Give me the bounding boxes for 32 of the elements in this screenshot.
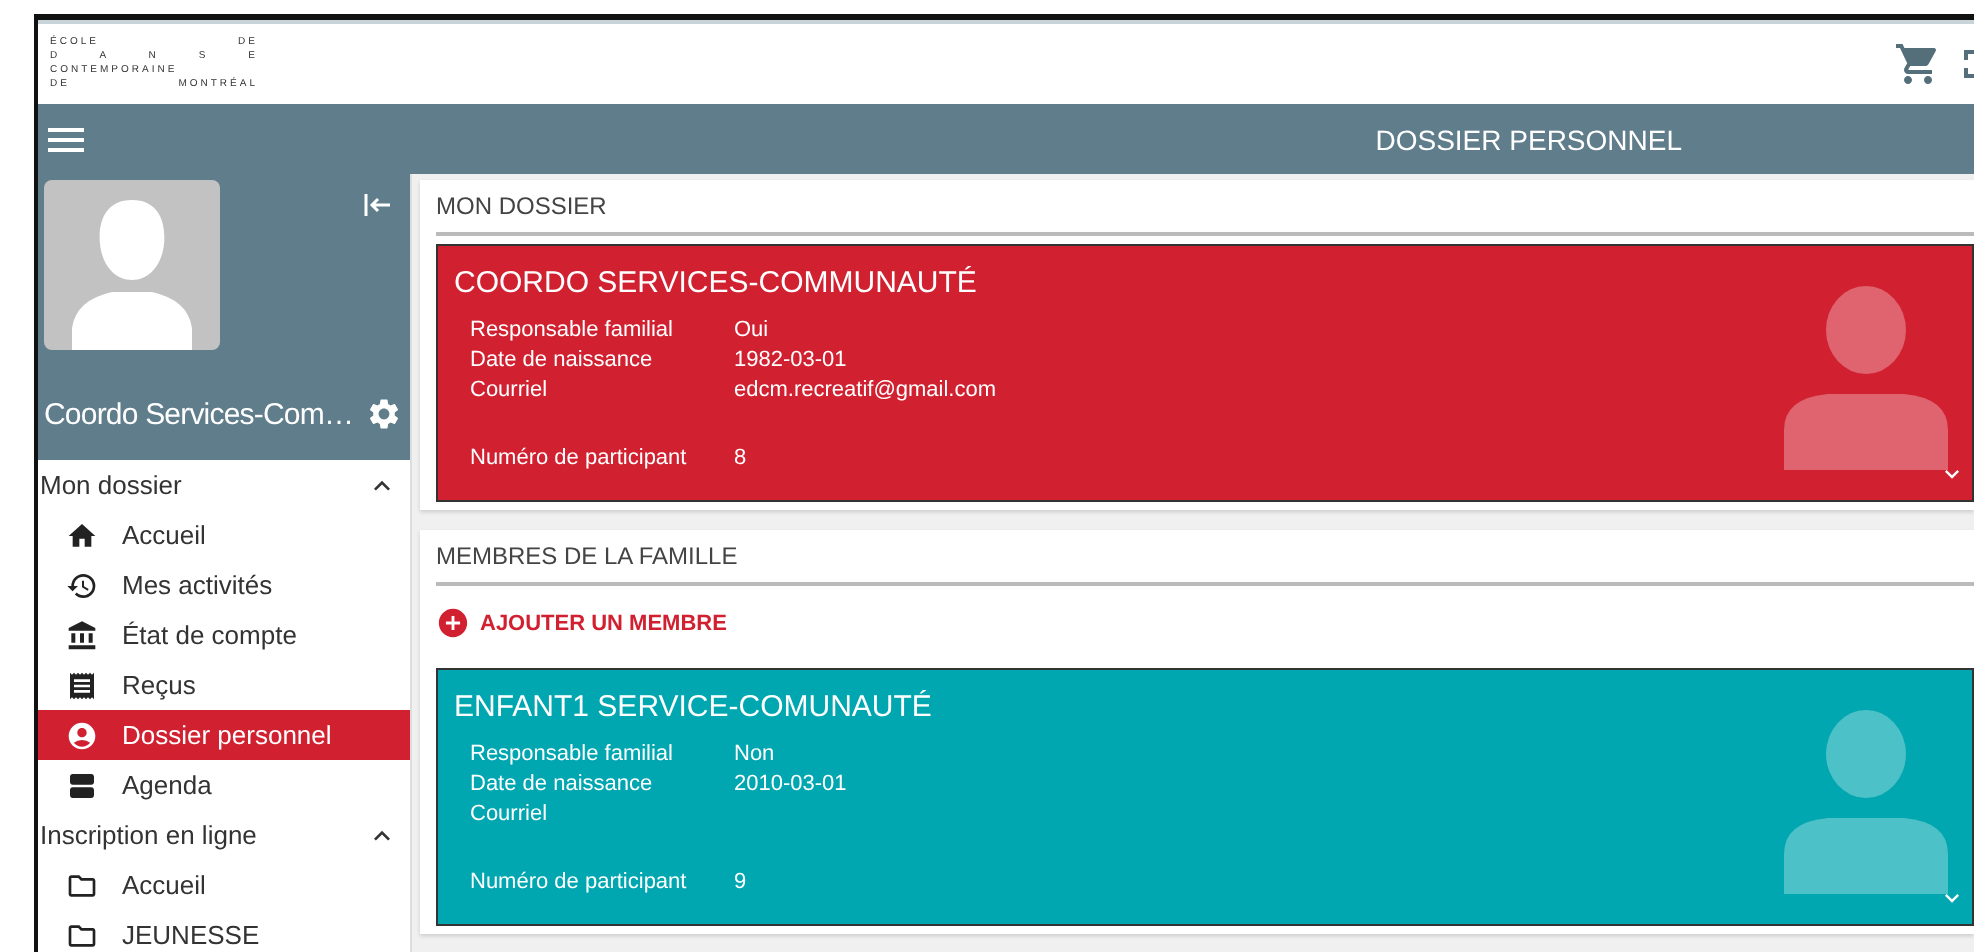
section-header[interactable]: Inscription en ligne [38,810,410,860]
sidebar-item[interactable]: Accueil [38,860,410,910]
profile-name: Coordo Services-Com… [44,397,354,431]
field-value: 2010-03-01 [734,772,847,796]
sidebar-item[interactable]: Mes activités [38,560,410,610]
field-value: Oui [734,318,771,342]
add-member-button[interactable]: AJOUTER UN MEMBRE [436,586,727,660]
field-label: Numéro de participant [470,446,689,470]
field-value: 1982-03-01 [734,348,849,372]
sidebar-item[interactable]: Accueil [38,510,410,560]
field-value: 8 [734,446,749,470]
sidebar-item[interactable]: JEUNESSE [38,910,410,952]
member-name: COORDO SERVICES-COMMUNAUTÉ [454,266,979,300]
field-value: 9 [734,870,749,894]
field-value: edcm.recreatif@gmail.com [734,378,996,402]
page-title: DOSSIER PERSONNEL [1375,123,1682,155]
field-label: Date de naissance [470,348,655,372]
panel-title: MON DOSSIER [436,180,1974,236]
field-label: Courriel [470,378,550,402]
field-label: Courriel [470,802,550,826]
panel-title: MEMBRES DE LA FAMILLE [436,530,1974,586]
field-label: Responsable familial [470,742,675,766]
field-label: Numéro de participant [470,870,689,894]
section-header[interactable]: Mon dossier [38,460,410,510]
sidebar-item[interactable]: État de compte [38,610,410,660]
sidebar-item[interactable]: Dossier personnel [38,710,410,760]
field-label: Date de naissance [470,772,655,796]
sidebar-item[interactable]: Reçus [38,660,410,710]
sidebar-item[interactable]: Agenda [38,760,410,810]
member-name: ENFANT1 SERVICE-COMUNAUTÉ [454,690,934,724]
field-value: Non [734,742,777,766]
field-label: Responsable familial [470,318,675,342]
